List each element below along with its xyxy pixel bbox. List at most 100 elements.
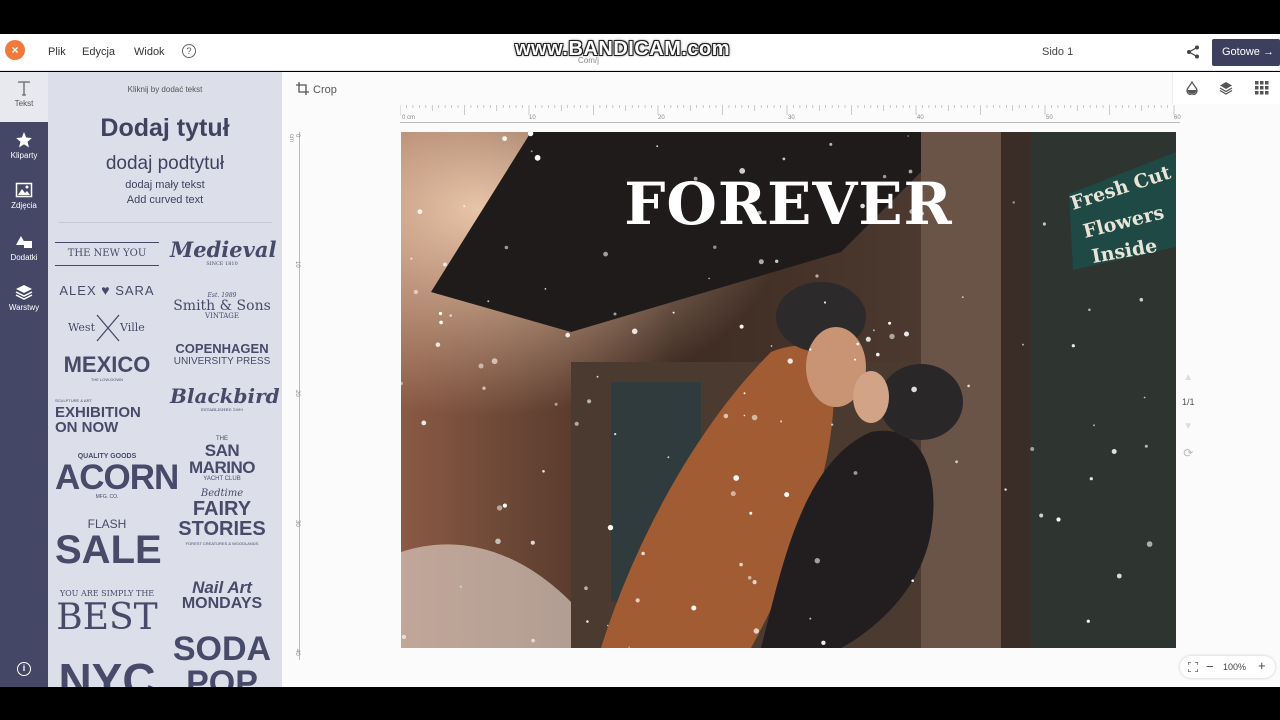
- ruler-label: 10: [294, 261, 300, 268]
- snowflake: [911, 386, 917, 393]
- snowflake: [495, 538, 501, 545]
- grid-icon[interactable]: [1255, 81, 1269, 95]
- zoom-out-button[interactable]: −: [1206, 659, 1214, 674]
- ruler-label: 30: [294, 520, 300, 527]
- ruler-label: 0 cm: [402, 115, 416, 121]
- template-text: VINTAGE: [205, 312, 239, 320]
- template-soda-pop[interactable]: SODA POP: [170, 632, 274, 687]
- ruler-label: 0 cm: [288, 134, 300, 142]
- snowflake: [733, 475, 740, 481]
- layers-icon[interactable]: [1219, 81, 1233, 95]
- snowflake: [631, 328, 638, 335]
- template-nyc[interactable]: NYC: [55, 657, 159, 687]
- ruler-label: 40: [917, 115, 924, 121]
- info-icon[interactable]: i: [17, 662, 31, 676]
- horizontal-ruler: 0 cm 10 20 30 40 50 60: [400, 105, 1181, 123]
- menu-file[interactable]: Plik: [48, 46, 66, 58]
- snowflake: [542, 470, 545, 473]
- snowflake: [829, 142, 833, 146]
- tool-extras-label: Dodatki: [10, 253, 38, 262]
- snowflake: [586, 620, 589, 623]
- snowflake: [1139, 297, 1144, 302]
- snowflake: [1116, 573, 1122, 579]
- snowflake: [739, 324, 744, 329]
- template-medieval[interactable]: Medieval SINCE 1810: [170, 239, 276, 267]
- refresh-icon[interactable]: ⟳: [1182, 446, 1195, 460]
- add-title-button[interactable]: Dodaj tytuł: [48, 114, 282, 143]
- snowflake: [1022, 343, 1024, 346]
- done-button[interactable]: Gotowe →: [1212, 39, 1280, 66]
- bottom-letterbox: [0, 687, 1280, 720]
- design-canvas[interactable]: Fresh Cut Flowers Inside FOREVER: [401, 132, 1176, 648]
- add-subtitle-button[interactable]: dodaj podtytuł: [48, 153, 282, 175]
- template-blackbird[interactable]: Blackbird ESTABLISHED 1899: [170, 386, 280, 412]
- template-smith-sons[interactable]: Est. 1989 Smith & Sons VINTAGE: [170, 293, 274, 320]
- share-icon[interactable]: [1186, 45, 1200, 59]
- snowflake: [530, 150, 533, 153]
- snowflake: [809, 348, 812, 351]
- tool-text[interactable]: Tekst: [0, 80, 48, 108]
- vertical-ruler: 0 cm 10 20 30 40: [286, 132, 300, 660]
- text-panel: Kliknij by dodać tekst Dodaj tytuł dodaj…: [48, 72, 282, 687]
- cross-icon: [96, 314, 120, 342]
- workspace: Crop 0 cm 10 20 30 40 50 60 0 cm 10 20 3…: [282, 72, 1280, 687]
- tool-extras[interactable]: Dodatki: [0, 234, 48, 262]
- canvas-title-text[interactable]: FOREVER: [401, 170, 1176, 238]
- menu-view[interactable]: Widok: [134, 46, 165, 58]
- template-text: ALEX: [59, 283, 97, 298]
- add-curved-text-button[interactable]: Add curved text: [48, 194, 282, 206]
- snowflake: [504, 245, 509, 250]
- snowflake: [531, 638, 535, 643]
- template-acorn[interactable]: QUALITY GOODS ACORN MFG. CO.: [55, 453, 179, 500]
- template-west-ville[interactable]: West Ville: [55, 313, 159, 343]
- snowflake: [438, 311, 443, 316]
- template-the-new-you[interactable]: THE NEW YOU: [55, 242, 159, 266]
- snowflake: [421, 420, 427, 426]
- template-exhibition[interactable]: SCULPTURE & ART EXHIBITION ON NOW: [55, 399, 159, 436]
- tool-photos[interactable]: Zdjęcia: [0, 182, 48, 210]
- snowflake: [782, 157, 786, 161]
- tool-cliparts-label: Kliparty: [10, 151, 38, 160]
- tool-cliparts[interactable]: Kliparty: [0, 132, 48, 160]
- crop-button[interactable]: Crop: [296, 82, 337, 96]
- text-icon: [18, 81, 30, 96]
- ruler-label: 50: [1046, 115, 1053, 121]
- template-mexico[interactable]: MEXICO THE LOW-DOWN: [55, 354, 159, 382]
- page-label: Sido 1: [1042, 46, 1074, 58]
- template-alex-sara[interactable]: ALEX ♥ SARA: [55, 283, 159, 297]
- help-icon[interactable]: ?: [182, 44, 196, 58]
- page-down-icon[interactable]: ▼: [1182, 421, 1195, 432]
- snowflake: [435, 342, 441, 347]
- template-text: EXHIBITION: [55, 404, 141, 421]
- tool-text-label: Tekst: [14, 99, 34, 108]
- page-navigation: ▲ 1/1 ▼ ⟳: [1182, 372, 1195, 460]
- template-copenhagen[interactable]: COPENHAGEN UNIVERSITY PRESS: [170, 342, 274, 367]
- template-flash-sale[interactable]: FLASH SALE: [55, 518, 162, 570]
- snowflake: [574, 421, 579, 426]
- template-simply-the-best[interactable]: YOU ARE SIMPLY THE BEST: [55, 590, 159, 636]
- snowflake: [739, 562, 743, 567]
- ruler-label: 60: [1174, 115, 1181, 121]
- template-text: SAN MARINO: [189, 441, 255, 477]
- snowflake: [889, 333, 895, 340]
- template-text: MEXICO: [63, 352, 151, 377]
- close-icon[interactable]: ×: [5, 40, 25, 60]
- fullscreen-icon[interactable]: [1188, 662, 1198, 672]
- template-san-marino[interactable]: THE SAN MARINO YACHT CLUB: [170, 436, 274, 482]
- shapes-icon: [16, 236, 32, 248]
- image-icon: [15, 182, 33, 198]
- tool-layers[interactable]: Warstwy: [0, 284, 48, 312]
- template-text: BEST: [56, 597, 158, 638]
- color-drop-icon[interactable]: [1185, 81, 1199, 95]
- snowflake: [775, 259, 779, 263]
- snowflake: [584, 586, 588, 590]
- add-small-text-button[interactable]: dodaj mały tekst: [48, 179, 282, 191]
- template-nail-art[interactable]: Nail Art MONDAYS: [170, 579, 274, 612]
- page-up-icon[interactable]: ▲: [1182, 372, 1195, 383]
- template-text: POP: [186, 664, 258, 687]
- menu-edit[interactable]: Edycja: [82, 46, 115, 58]
- template-fairy-stories[interactable]: Bedtime FAIRY STORIES FOREST CREATURES &…: [170, 489, 274, 546]
- zoom-in-button[interactable]: +: [1258, 658, 1266, 673]
- snowflake: [904, 331, 909, 337]
- ruler-label: 20: [294, 390, 300, 397]
